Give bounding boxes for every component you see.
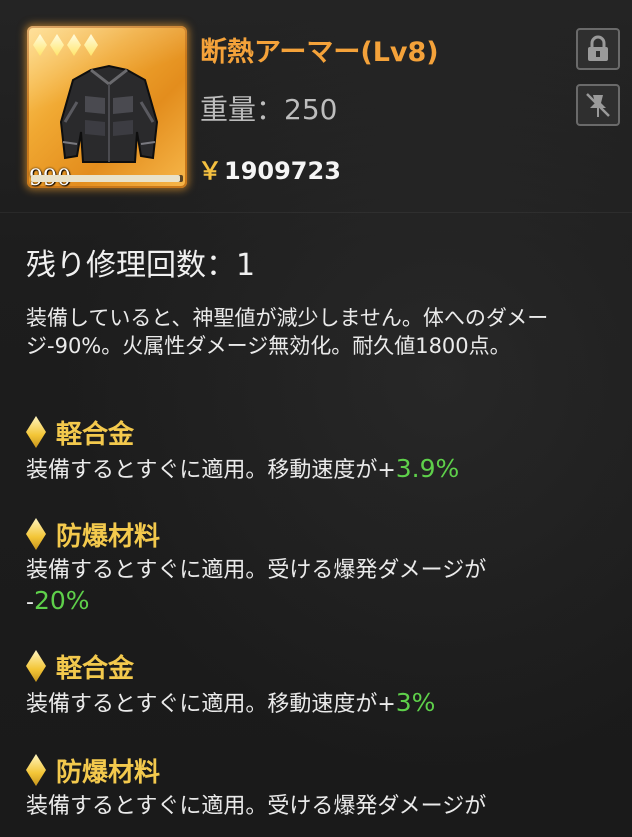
gold-diamond-icon	[26, 650, 46, 682]
module-name: 防爆材料	[56, 757, 161, 788]
lock-icon	[588, 35, 608, 61]
item-price: ￥1909723	[198, 151, 341, 186]
module-effect: 装備するとすぐに適用。移動速度が+3.9%	[26, 454, 626, 486]
weight-value: 250	[284, 93, 338, 126]
module-section: 防爆材料 装備するとすぐに適用。受ける爆発ダメージが	[26, 752, 626, 822]
gold-diamond-icon	[26, 416, 46, 448]
module-name: 軽合金	[56, 419, 135, 450]
item-title: 断熱アーマー(Lv8)	[200, 37, 439, 68]
repair-count: 残り修理回数：1	[26, 240, 255, 284]
armor-jacket-icon	[59, 64, 159, 163]
item-weight: 重量：250	[200, 88, 337, 128]
module-name: 軽合金	[56, 653, 135, 684]
module-effect-text: 装備するとすぐに適用。受ける爆発ダメージが	[26, 558, 487, 583]
unpin-icon	[586, 93, 610, 117]
module-section: 防爆材料 装備するとすぐに適用。受ける爆発ダメージが -20%	[26, 516, 626, 618]
price-value: 1909723	[224, 157, 341, 185]
module-effect-sign: +	[377, 692, 396, 717]
rarity-diamonds	[33, 34, 98, 56]
module-effect-sign: -	[26, 590, 34, 615]
module-effect-sign: +	[377, 458, 396, 483]
module-header: 防爆材料	[26, 752, 626, 788]
module-effect: 装備するとすぐに適用。移動速度が+3%	[26, 688, 626, 720]
module-effect-text: 装備するとすぐに適用。移動速度が	[26, 458, 378, 483]
weight-label: 重量：	[200, 93, 285, 126]
repair-value: 1	[236, 248, 256, 283]
module-effect-value: 3%	[395, 688, 436, 717]
repair-label: 残り修理回数：	[26, 248, 236, 283]
rarity-diamond-icon	[84, 34, 98, 56]
module-effect: 装備するとすぐに適用。受ける爆発ダメージが	[26, 792, 626, 822]
durability-bar	[31, 175, 183, 182]
module-effect-value: 3.9%	[395, 454, 460, 483]
lock-button[interactable]	[576, 28, 620, 70]
yen-icon: ￥	[198, 157, 222, 185]
module-header: 軽合金	[26, 414, 626, 450]
item-description: 装備していると、神聖値が減少しません。体へのダメージ-90%。火属性ダメージ無効…	[26, 306, 549, 358]
module-header: 軽合金	[26, 648, 626, 684]
unpin-button[interactable]	[576, 84, 620, 126]
header-divider	[0, 212, 632, 213]
module-effect-value: 20%	[33, 586, 90, 615]
item-card[interactable]: 990	[27, 26, 187, 188]
rarity-diamond-icon	[50, 34, 64, 56]
module-name: 防爆材料	[56, 521, 161, 552]
rarity-diamond-icon	[67, 34, 81, 56]
module-effect-text: 装備するとすぐに適用。受ける爆発ダメージが	[26, 794, 487, 819]
durability-bar-fill	[31, 175, 180, 182]
module-header: 防爆材料	[26, 516, 626, 552]
gold-diamond-icon	[26, 518, 46, 550]
rarity-diamond-icon	[33, 34, 47, 56]
module-effect-text: 装備するとすぐに適用。移動速度が	[26, 692, 378, 717]
gold-diamond-icon	[26, 754, 46, 786]
module-section: 軽合金 装備するとすぐに適用。移動速度が+3%	[26, 648, 626, 720]
module-effect: 装備するとすぐに適用。受ける爆発ダメージが -20%	[26, 556, 626, 618]
module-section: 軽合金 装備するとすぐに適用。移動速度が+3.9%	[26, 414, 626, 486]
